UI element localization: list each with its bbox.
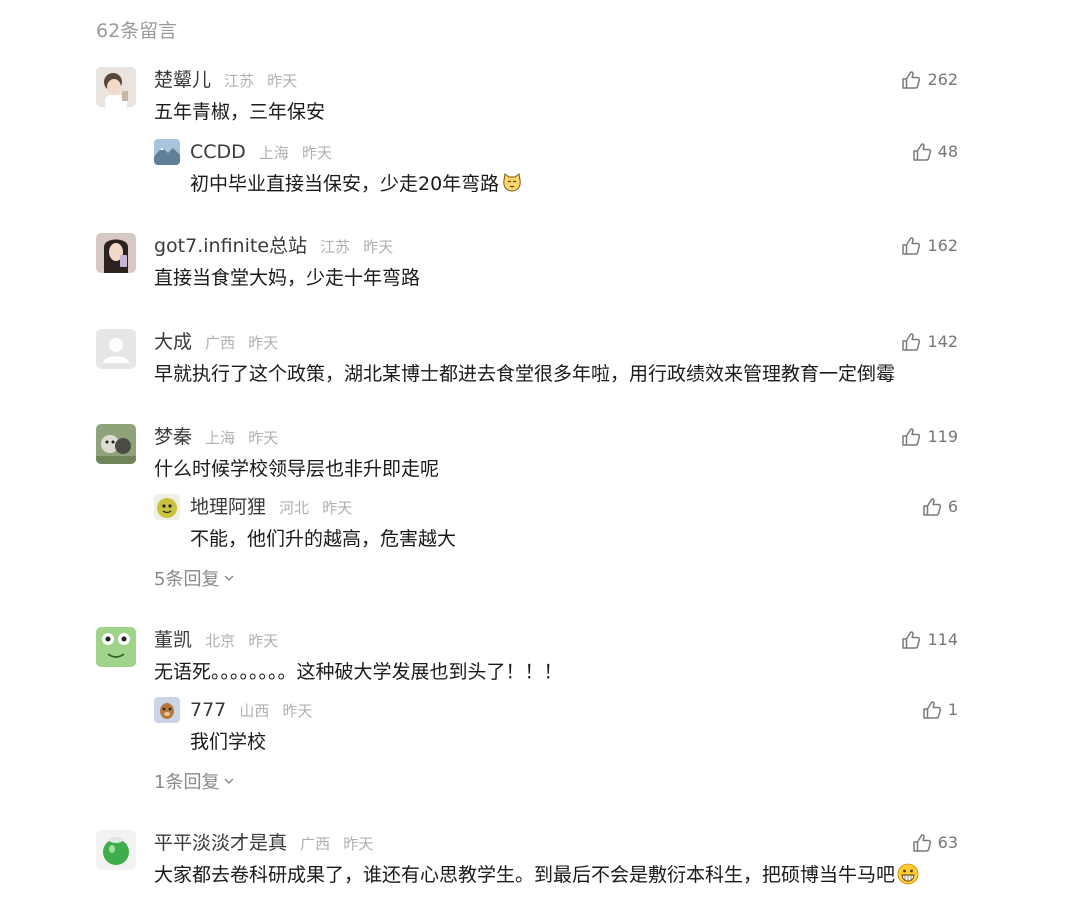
reply-time: 昨天 xyxy=(282,702,313,720)
avatar[interactable] xyxy=(154,494,180,520)
avatar[interactable] xyxy=(154,139,180,165)
thumbs-up-icon xyxy=(912,142,932,162)
avatar[interactable] xyxy=(96,424,136,464)
comment-item: 梦秦 上海 昨天 119 什么时候学校领导层也非升即走呢 地理阿狸 河北 昨天 … xyxy=(96,424,958,594)
comment-location: 广西 xyxy=(300,835,331,853)
like-button[interactable]: 142 xyxy=(901,329,958,355)
comment-location: 江苏 xyxy=(224,72,255,90)
comment-location: 广西 xyxy=(205,334,236,352)
avatar[interactable] xyxy=(96,329,136,369)
reply-item: CCDD 上海 昨天 48 初中毕业直接当保安，少走20年弯路 xyxy=(96,139,958,199)
like-button[interactable]: 119 xyxy=(901,424,958,450)
grinning-face-emoji-icon xyxy=(897,863,919,885)
comment-time: 昨天 xyxy=(363,238,394,256)
avatar[interactable] xyxy=(96,830,136,870)
comment-time: 昨天 xyxy=(267,72,298,90)
thumbs-up-icon xyxy=(901,70,921,90)
like-count: 63 xyxy=(937,833,958,852)
like-button[interactable]: 1 xyxy=(922,697,958,723)
thumbs-up-icon xyxy=(922,497,942,517)
comment-author[interactable]: 梦秦 xyxy=(154,426,192,448)
reply-item: 777 山西 昨天 1 我们学校 xyxy=(96,697,958,757)
comment-text: 直接当食堂大妈，少走十年弯路 xyxy=(154,267,421,289)
comment-item: 大成 广西 昨天 142 早就执行了这个政策，湖北某博士都进去食堂很多年啦，用行… xyxy=(96,329,958,389)
expand-replies-label: 5条回复 xyxy=(154,569,220,590)
expand-replies-label: 1条回复 xyxy=(154,772,220,793)
expand-replies-button[interactable]: 5条回复 xyxy=(154,565,235,591)
comment-location: 江苏 xyxy=(320,238,351,256)
comment-author[interactable]: 楚颦儿 xyxy=(154,69,211,91)
like-button[interactable]: 114 xyxy=(901,627,958,653)
comment-author[interactable]: got7.infinite总站 xyxy=(154,235,307,257)
comment-item: 平平淡淡才是真 广西 昨天 63 大家都去卷科研成果了，谁还有心思教学生。到最后… xyxy=(96,830,958,890)
comment-author[interactable]: 董凯 xyxy=(154,629,192,651)
expand-replies-button[interactable]: 1条回复 xyxy=(154,768,235,794)
comment-item: 楚颦儿 江苏 昨天 262 五年青椒，三年保安 CCDD 上海 昨天 48 初中… xyxy=(96,67,958,197)
like-button[interactable]: 63 xyxy=(912,830,958,856)
comment-text: 什么时候学校领导层也非升即走呢 xyxy=(154,458,440,480)
thumbs-up-icon xyxy=(901,630,921,650)
avatar[interactable] xyxy=(154,697,180,723)
thumbs-up-icon xyxy=(922,700,942,720)
reply-location: 山西 xyxy=(239,702,270,720)
thumbs-up-icon xyxy=(901,427,921,447)
comment-time: 昨天 xyxy=(248,429,279,447)
like-count: 119 xyxy=(927,427,958,446)
like-button[interactable]: 162 xyxy=(901,233,958,259)
avatar[interactable] xyxy=(96,67,136,107)
cat-face-emoji-icon xyxy=(501,172,523,194)
reply-time: 昨天 xyxy=(302,144,333,162)
like-count: 6 xyxy=(947,497,958,516)
comment-text: 早就执行了这个政策，湖北某博士都进去食堂很多年啦，用行政绩效来管理教育一定倒霉 xyxy=(154,363,896,385)
reply-time: 昨天 xyxy=(322,499,353,517)
avatar[interactable] xyxy=(96,627,136,667)
comment-text: 无语死。。。。。。。。这种破大学发展也到头了！！！ xyxy=(154,661,563,683)
reply-author[interactable]: CCDD xyxy=(190,141,246,163)
like-count: 48 xyxy=(937,142,958,161)
reply-text: 不能，他们升的越高，危害越大 xyxy=(190,528,457,550)
thumbs-up-icon xyxy=(901,332,921,352)
like-count: 114 xyxy=(927,630,958,649)
like-count: 1 xyxy=(947,700,958,719)
comments-count: 62条留言 xyxy=(96,20,178,42)
chevron-down-icon xyxy=(223,771,235,792)
thumbs-up-icon xyxy=(901,236,921,256)
like-button[interactable]: 48 xyxy=(912,139,958,165)
like-count: 262 xyxy=(927,70,958,89)
chevron-down-icon xyxy=(223,568,235,589)
thumbs-up-icon xyxy=(912,833,932,853)
avatar[interactable] xyxy=(96,233,136,273)
comment-text: 五年青椒，三年保安 xyxy=(154,101,326,123)
reply-location: 河北 xyxy=(279,499,310,517)
like-count: 162 xyxy=(927,236,958,255)
comment-time: 昨天 xyxy=(343,835,374,853)
like-button[interactable]: 6 xyxy=(922,494,958,520)
reply-text: 我们学校 xyxy=(190,731,267,753)
comment-time: 昨天 xyxy=(248,334,279,352)
reply-item: 地理阿狸 河北 昨天 6 不能，他们升的越高，危害越大 xyxy=(96,494,958,554)
reply-author[interactable]: 777 xyxy=(190,699,226,721)
comment-time: 昨天 xyxy=(248,632,279,650)
comment-location: 上海 xyxy=(205,429,236,447)
comment-location: 北京 xyxy=(205,632,236,650)
comment-text: 大家都去卷科研成果了，谁还有心思教学生。到最后不会是敷衍本科生，把硕博当牛马吧 xyxy=(154,864,896,886)
comment-author[interactable]: 大成 xyxy=(154,331,192,353)
comment-item: got7.infinite总站 江苏 昨天 162 直接当食堂大妈，少走十年弯路 xyxy=(96,233,958,293)
comment-author[interactable]: 平平淡淡才是真 xyxy=(154,832,287,854)
reply-location: 上海 xyxy=(258,144,289,162)
reply-text: 初中毕业直接当保安，少走20年弯路 xyxy=(190,173,500,195)
like-count: 142 xyxy=(927,332,958,351)
reply-author[interactable]: 地理阿狸 xyxy=(190,496,266,518)
like-button[interactable]: 262 xyxy=(901,67,958,93)
comment-item: 董凯 北京 昨天 114 无语死。。。。。。。。这种破大学发展也到头了！！！ 7… xyxy=(96,627,958,797)
